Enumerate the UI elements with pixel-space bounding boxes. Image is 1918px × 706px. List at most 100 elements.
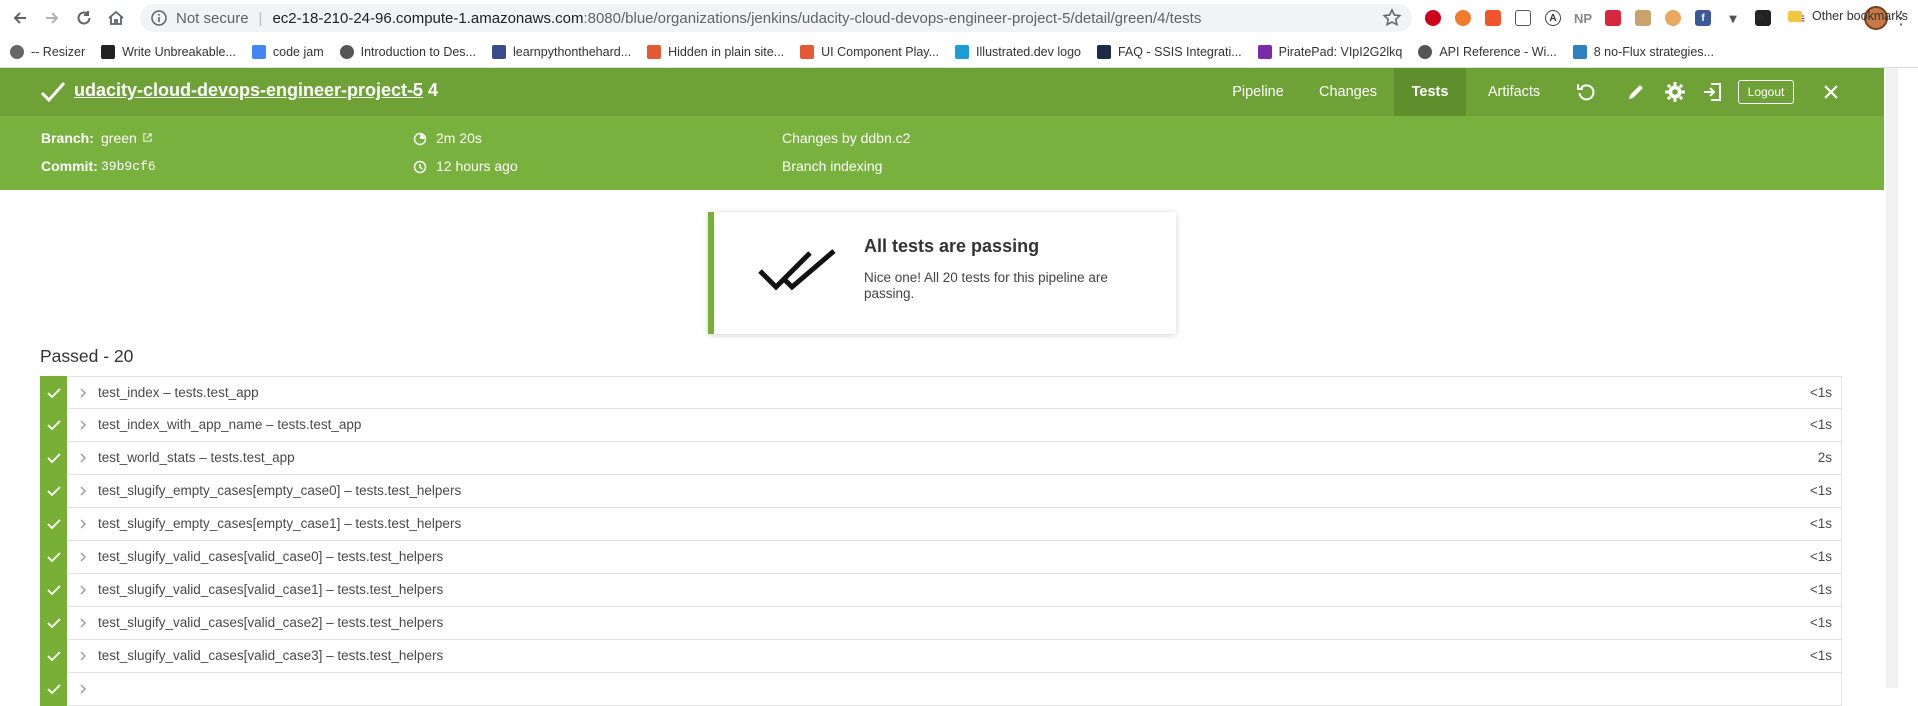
bookmark-label: PiratePad: VIpI2G2lkq	[1278, 44, 1403, 59]
test-row[interactable]	[40, 672, 1842, 706]
extension-10[interactable]: f	[1690, 6, 1716, 30]
test-row[interactable]: test_slugify_empty_cases[empty_case0] – …	[40, 474, 1842, 508]
chevron-right-icon[interactable]	[77, 418, 89, 432]
other-bookmarks-label: Other bookmarks	[1812, 9, 1908, 23]
check-icon	[46, 552, 61, 563]
bookmark-label: FAQ - SSIS Integrati...	[1117, 44, 1242, 59]
bookmark-label: Illustrated.dev logo	[976, 44, 1081, 59]
chevron-right-icon[interactable]	[77, 682, 89, 696]
test-row[interactable]: test_world_stats – tests.test_app 2s	[40, 441, 1842, 475]
home-button[interactable]	[98, 0, 134, 36]
chevron-right-icon[interactable]	[77, 583, 89, 597]
job-name-link[interactable]: udacity-cloud-devops-engineer-project-5	[74, 80, 423, 101]
bookmark-item[interactable]: code jam	[251, 44, 324, 59]
extension-7[interactable]	[1600, 6, 1626, 30]
bookmark-star-icon[interactable]	[1382, 8, 1402, 28]
edit-button[interactable]	[1624, 80, 1648, 104]
test-row[interactable]: test_slugify_valid_cases[valid_case0] – …	[40, 540, 1842, 574]
branch-label: Branch:	[41, 130, 94, 146]
chevron-right-icon[interactable]	[77, 649, 89, 663]
bookmark-label: -- Resizer	[31, 44, 86, 59]
settings-button[interactable]	[1663, 80, 1687, 104]
bookmark-item[interactable]: FAQ - SSIS Integrati...	[1096, 44, 1242, 59]
bookmark-item[interactable]: UI Component Play...	[800, 44, 940, 59]
bookmark-item[interactable]: API Reference - Wi...	[1418, 44, 1557, 59]
bookmark-label: 8 no-Flux strategies...	[1593, 44, 1714, 59]
test-row[interactable]: test_slugify_valid_cases[valid_case1] – …	[40, 573, 1842, 607]
chevron-right-icon[interactable]	[77, 517, 89, 531]
test-row[interactable]: test_slugify_valid_cases[valid_case3] – …	[40, 639, 1842, 673]
address-bar[interactable]: Not secure | ec2-18-210-24-96.compute-1.…	[140, 4, 1412, 32]
bookmark-label: UI Component Play...	[821, 44, 940, 59]
adblock-extension[interactable]	[1420, 6, 1446, 30]
rocket-icon	[1485, 10, 1501, 26]
chevron-right-icon[interactable]	[77, 616, 89, 630]
commit-value[interactable]: 39b9cf6	[101, 159, 156, 174]
info-icon[interactable]	[150, 9, 168, 27]
extension-np[interactable]: NP	[1570, 6, 1596, 30]
omnibox-separator: |	[258, 9, 263, 27]
rerun-button[interactable]	[1574, 80, 1598, 104]
browser-toolbar: Not secure | ec2-18-210-24-96.compute-1.…	[0, 0, 1918, 36]
test-row[interactable]: test_slugify_empty_cases[empty_case1] – …	[40, 507, 1842, 541]
bookmark-label: learnpythonthehard...	[512, 44, 632, 59]
extension-11[interactable]: ▾	[1720, 6, 1746, 30]
forward-button[interactable]	[34, 0, 70, 36]
chevron-right-icon[interactable]	[77, 386, 89, 400]
tab-pipeline[interactable]: Pipeline	[1218, 68, 1298, 116]
close-button[interactable]	[1819, 80, 1843, 104]
check-icon	[46, 618, 61, 629]
chevron-right-icon[interactable]	[77, 550, 89, 564]
check-icon	[46, 486, 61, 497]
bookmark-item[interactable]: Hidden in plain site...	[647, 44, 784, 59]
extension-9[interactable]	[1660, 6, 1686, 30]
extension-2[interactable]	[1450, 6, 1476, 30]
passed-status	[40, 376, 67, 410]
tab-changes[interactable]: Changes	[1306, 68, 1390, 116]
test-row[interactable]: test_index_with_app_name – tests.test_ap…	[40, 408, 1842, 442]
page-scrollbar[interactable]	[1886, 68, 1898, 688]
check-icon	[46, 684, 61, 695]
test-row[interactable]: test_index – tests.test_app <1s	[40, 376, 1842, 410]
test-row[interactable]: test_slugify_valid_cases[valid_case2] – …	[40, 606, 1842, 640]
back-button[interactable]	[2, 0, 38, 36]
passed-status	[40, 441, 67, 475]
arrow-left-icon	[13, 12, 26, 24]
test-name: test_slugify_valid_cases[valid_case0] – …	[98, 549, 444, 564]
logout-button[interactable]: Logout	[1738, 80, 1794, 104]
tab-tests[interactable]: Tests	[1394, 68, 1466, 116]
extension-8[interactable]	[1630, 6, 1656, 30]
check-icon	[46, 585, 61, 596]
bookmark-item[interactable]: 8 no-Flux strategies...	[1572, 44, 1714, 59]
google-icon	[251, 44, 266, 59]
bookmark-item[interactable]: PiratePad: VIpI2G2lkq	[1257, 44, 1403, 59]
bookmark-item[interactable]: Write Unbreakable...	[101, 44, 236, 59]
bookmarks-overflow-button[interactable]: »	[1756, 8, 1764, 24]
np-label: NP	[1573, 10, 1593, 26]
other-bookmarks[interactable]: Other bookmarks	[1788, 0, 1908, 32]
exit-icon	[1704, 83, 1721, 101]
passed-status	[40, 573, 67, 607]
bookmark-item[interactable]: Introduction to Des...	[339, 44, 476, 59]
home-icon	[108, 10, 124, 25]
tab-artifacts[interactable]: Artifacts	[1474, 68, 1554, 116]
bookmark-item[interactable]: -- Resizer	[10, 44, 86, 59]
extension-3[interactable]	[1480, 6, 1506, 30]
bookmark-item[interactable]: learnpythonthehard...	[491, 44, 632, 59]
close-icon	[1824, 85, 1838, 99]
globe-icon	[339, 44, 354, 59]
external-link-icon[interactable]	[142, 132, 153, 143]
bookmark-item[interactable]: Illustrated.dev logo	[955, 44, 1081, 59]
test-duration: <1s	[1809, 582, 1832, 597]
chevron-right-icon[interactable]	[77, 484, 89, 498]
test-duration: <1s	[1809, 648, 1832, 663]
pencil-icon	[1629, 85, 1643, 99]
branch-value: green	[101, 130, 137, 146]
check-icon	[46, 519, 61, 530]
classic-view-button[interactable]	[1701, 80, 1725, 104]
bookmark-label: Introduction to Des...	[360, 44, 476, 59]
extension-4[interactable]	[1510, 6, 1536, 30]
extension-5[interactable]: A	[1540, 6, 1566, 30]
reload-button[interactable]	[66, 0, 102, 36]
chevron-right-icon[interactable]	[77, 451, 89, 465]
